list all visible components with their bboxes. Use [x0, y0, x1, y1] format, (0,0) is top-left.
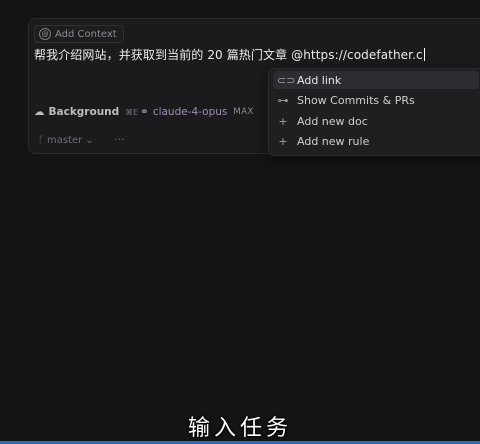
menu-item-label: Add new rule [297, 134, 370, 148]
plus-icon: + [278, 134, 288, 148]
menu-item-label: Show Commits & PRs [297, 93, 415, 107]
model-icon: ⚭ [140, 106, 149, 118]
menu-item-label: Add link [297, 73, 342, 87]
commit-icon: ⊶ [277, 93, 289, 107]
text-caret [423, 48, 425, 61]
model-label: claude-4-opus [152, 106, 228, 118]
prompt-text: 帮我介绍网站，并获取到当前的 20 篇热门文章 @https://codefat… [34, 48, 423, 62]
menu-item-add-link[interactable]: ⊂⊃ Add link [273, 71, 479, 89]
menu-item-label: Add new doc [297, 114, 368, 128]
menu-item-add-rule[interactable]: + Add new rule [273, 132, 479, 150]
chevron-down-icon: ⌄ [85, 135, 94, 146]
prompt-input[interactable]: 帮我介绍网站，并获取到当前的 20 篇热门文章 @https://codefat… [34, 46, 425, 63]
add-context-label: Add Context [55, 28, 117, 40]
link-icon: ⊂⊃ [277, 73, 296, 87]
background-toggle[interactable]: ☁ Background ⌘E [34, 106, 138, 118]
context-menu: ⊂⊃ Add link ⊶ Show Commits & PRs + Add n… [268, 68, 480, 156]
model-max-badge: MAX [233, 107, 254, 117]
branch-selector[interactable]: ᚴ master ⌄ [38, 135, 94, 146]
add-context-button[interactable]: @ Add Context [34, 25, 124, 43]
plus-icon: + [278, 114, 288, 128]
at-icon: @ [39, 28, 51, 40]
model-selector[interactable]: ⚭ claude-4-opus MAX [140, 106, 254, 118]
branch-icon: ᚴ [38, 135, 44, 146]
background-shortcut: ⌘E [125, 107, 139, 117]
more-options-button[interactable]: ··· [114, 133, 125, 146]
menu-item-show-commits[interactable]: ⊶ Show Commits & PRs [273, 91, 479, 109]
branch-label: master [47, 135, 83, 146]
background-label: Background [48, 106, 120, 118]
video-subtitle: 输入任务 [187, 416, 292, 441]
cloud-icon: ☁ [34, 106, 45, 118]
menu-item-add-doc[interactable]: + Add new doc [273, 112, 479, 130]
